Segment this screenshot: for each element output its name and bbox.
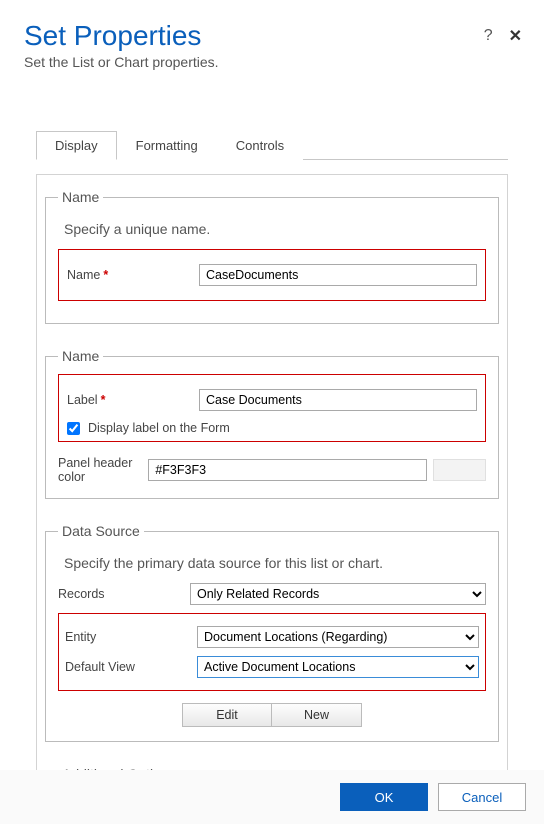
records-label: Records — [58, 587, 190, 601]
panel-color-label: Panel header color — [58, 456, 142, 484]
edit-button[interactable]: Edit — [182, 703, 272, 727]
tab-display[interactable]: Display — [36, 131, 117, 160]
label-legend: Name — [58, 348, 103, 364]
name-legend: Name — [58, 189, 103, 205]
close-icon[interactable]: ✕ — [509, 26, 522, 46]
data-source-fieldset: Data Source Specify the primary data sou… — [45, 523, 499, 742]
name-input[interactable] — [199, 264, 477, 286]
tab-strip: Display Formatting Controls — [36, 130, 508, 160]
label-input[interactable] — [199, 389, 477, 411]
label-label: Label* — [67, 393, 199, 407]
label-fieldset: Name Label* Display label on the Form Pa… — [45, 348, 499, 499]
dialog-title: Set Properties — [24, 20, 520, 52]
tab-controls[interactable]: Controls — [217, 131, 303, 160]
entity-select[interactable]: Document Locations (Regarding) — [197, 626, 479, 648]
help-icon[interactable]: ? — [484, 27, 493, 45]
name-desc: Specify a unique name. — [64, 221, 486, 237]
tab-content: Name Specify a unique name. Name* Name — [36, 174, 508, 794]
records-select[interactable]: Only Related Records — [190, 583, 486, 605]
data-source-desc: Specify the primary data source for this… — [64, 555, 486, 571]
panel-color-swatch[interactable] — [433, 459, 486, 481]
display-label-checkbox[interactable] — [67, 422, 80, 435]
data-source-legend: Data Source — [58, 523, 144, 539]
panel-color-input[interactable] — [148, 459, 427, 481]
entity-label: Entity — [65, 630, 197, 644]
name-label: Name* — [67, 268, 199, 282]
dialog-footer: OK Cancel — [0, 770, 544, 824]
display-label-checkbox-label: Display label on the Form — [88, 421, 230, 435]
cancel-button[interactable]: Cancel — [438, 783, 526, 811]
dialog-subtitle: Set the List or Chart properties. — [24, 54, 520, 70]
default-view-label: Default View — [65, 660, 197, 674]
name-fieldset: Name Specify a unique name. Name* — [45, 189, 499, 324]
new-button[interactable]: New — [272, 703, 362, 727]
tab-formatting[interactable]: Formatting — [117, 131, 217, 160]
ok-button[interactable]: OK — [340, 783, 428, 811]
default-view-select[interactable]: Active Document Locations — [197, 656, 479, 678]
